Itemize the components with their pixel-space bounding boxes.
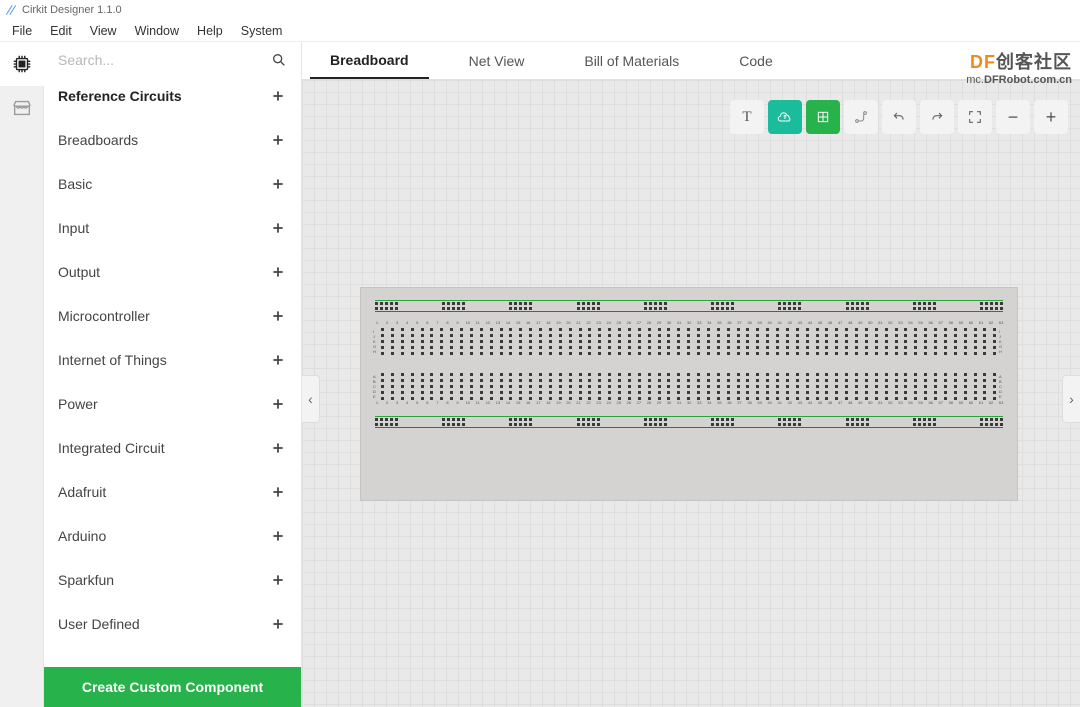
category-item[interactable]: Microcontroller xyxy=(44,294,301,338)
category-item[interactable]: Breadboards xyxy=(44,118,301,162)
menu-file[interactable]: File xyxy=(4,22,40,40)
zoom-in-button[interactable]: + xyxy=(1034,100,1068,134)
fullscreen-button[interactable] xyxy=(958,100,992,134)
panel-left-toggle[interactable]: ‹ xyxy=(302,375,320,423)
main-panel: DF创客社区 mc.DFRobot.com.cn BreadboardNet V… xyxy=(302,42,1080,707)
expand-icon xyxy=(271,353,285,367)
category-label: Adafruit xyxy=(58,484,106,500)
menu-help[interactable]: Help xyxy=(189,22,231,40)
redo-button[interactable] xyxy=(920,100,954,134)
category-label: Microcontroller xyxy=(58,308,150,324)
category-label: Input xyxy=(58,220,89,236)
search-input[interactable] xyxy=(58,52,263,68)
category-label: Arduino xyxy=(58,528,106,544)
category-item[interactable]: Input xyxy=(44,206,301,250)
create-custom-component-button[interactable]: Create Custom Component xyxy=(44,667,301,707)
expand-icon xyxy=(271,309,285,323)
expand-icon xyxy=(271,89,285,103)
expand-icon xyxy=(271,441,285,455)
breadboard-component[interactable]: 1234567891011121314151617181920212223242… xyxy=(360,287,1018,501)
category-label: Integrated Circuit xyxy=(58,440,165,456)
tab-code[interactable]: Code xyxy=(719,42,792,79)
category-list: Reference Circuits Breadboards Basic Input O… xyxy=(44,74,301,659)
expand-icon xyxy=(271,133,285,147)
menu-edit[interactable]: Edit xyxy=(42,22,80,40)
expand-icon xyxy=(271,177,285,191)
category-label: Reference Circuits xyxy=(58,88,182,104)
category-item[interactable]: Internet of Things xyxy=(44,338,301,382)
expand-icon xyxy=(271,573,285,587)
expand-icon xyxy=(271,221,285,235)
left-icon-rail xyxy=(0,42,44,707)
menu-bar: FileEditViewWindowHelpSystem xyxy=(0,20,1080,42)
category-item[interactable]: Power xyxy=(44,382,301,426)
category-label: Power xyxy=(58,396,98,412)
zoom-out-button[interactable]: − xyxy=(996,100,1030,134)
sidebar: Reference Circuits Breadboards Basic Input O… xyxy=(44,42,302,707)
chevron-left-icon: ‹ xyxy=(308,391,313,407)
app-title: Cirkit Designer 1.1.0 xyxy=(22,4,122,16)
expand-icon xyxy=(271,617,285,631)
rail-store-button[interactable] xyxy=(0,86,44,130)
category-label: Internet of Things xyxy=(58,352,167,368)
category-item[interactable]: User Defined xyxy=(44,602,301,646)
fullscreen-icon xyxy=(967,109,983,125)
text-tool-button[interactable]: T xyxy=(730,100,764,134)
tab-bar: Breadboard Net View Bill of Materials Code xyxy=(302,42,1080,80)
app-logo-icon xyxy=(4,3,18,17)
canvas[interactable]: T − + ‹ › 123456789101112131415161718192… xyxy=(302,80,1080,707)
panel-right-toggle[interactable]: › xyxy=(1062,375,1080,423)
category-label: Sparkfun xyxy=(58,572,114,588)
category-item[interactable]: Adafruit xyxy=(44,470,301,514)
expand-icon xyxy=(271,265,285,279)
grid-tool-button[interactable] xyxy=(806,100,840,134)
tab-breadboard[interactable]: Breadboard xyxy=(310,42,429,79)
category-label: User Defined xyxy=(58,616,140,632)
route-tool-button[interactable] xyxy=(844,100,878,134)
menu-view[interactable]: View xyxy=(82,22,125,40)
cloud-upload-button[interactable] xyxy=(768,100,802,134)
category-item[interactable]: Arduino xyxy=(44,514,301,558)
chevron-right-icon: › xyxy=(1069,391,1074,407)
storefront-icon xyxy=(11,97,33,119)
cloud-upload-icon xyxy=(777,109,793,125)
power-rail xyxy=(367,292,1011,320)
category-label: Breadboards xyxy=(58,132,138,148)
minus-icon: − xyxy=(1008,107,1019,128)
search-icon xyxy=(271,52,287,68)
expand-icon xyxy=(271,529,285,543)
rail-components-button[interactable] xyxy=(0,42,44,86)
category-label: Output xyxy=(58,264,100,280)
plus-icon: + xyxy=(1046,107,1057,128)
tab-net-view[interactable]: Net View xyxy=(449,42,545,79)
chip-icon xyxy=(11,53,33,75)
grid-icon xyxy=(815,109,831,125)
redo-icon xyxy=(929,109,945,125)
category-item[interactable]: Integrated Circuit xyxy=(44,426,301,470)
undo-icon xyxy=(891,109,907,125)
category-label: Basic xyxy=(58,176,92,192)
category-item[interactable]: Basic xyxy=(44,162,301,206)
expand-icon xyxy=(271,397,285,411)
menu-window[interactable]: Window xyxy=(127,22,187,40)
text-icon: T xyxy=(742,109,751,126)
route-icon xyxy=(853,109,869,125)
category-item[interactable]: Output xyxy=(44,250,301,294)
canvas-toolbar: T − + xyxy=(730,100,1068,134)
menu-system[interactable]: System xyxy=(233,22,291,40)
category-item[interactable]: Sparkfun xyxy=(44,558,301,602)
title-bar: Cirkit Designer 1.1.0 xyxy=(0,0,1080,20)
tab-bill-of-materials[interactable]: Bill of Materials xyxy=(564,42,699,79)
power-rail xyxy=(367,408,1011,436)
undo-button[interactable] xyxy=(882,100,916,134)
category-item[interactable]: Reference Circuits xyxy=(44,74,301,118)
search-container xyxy=(44,42,301,74)
expand-icon xyxy=(271,485,285,499)
